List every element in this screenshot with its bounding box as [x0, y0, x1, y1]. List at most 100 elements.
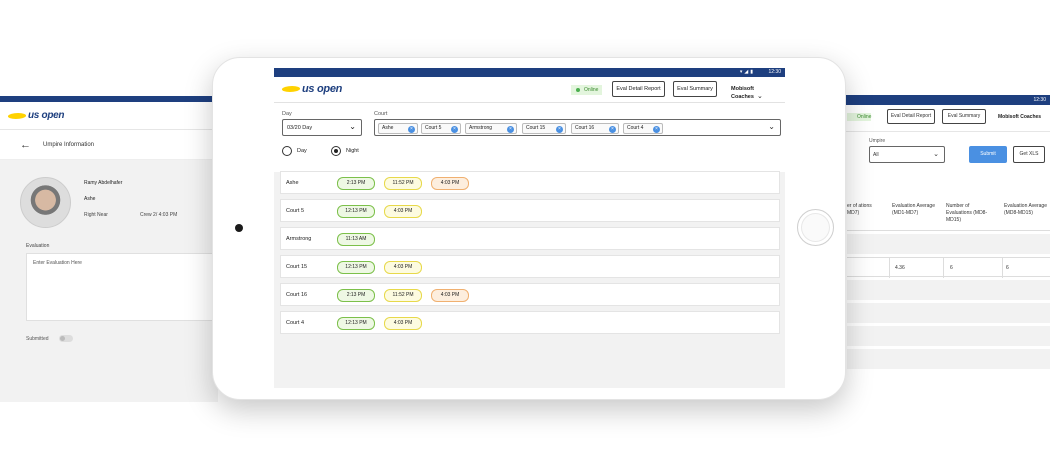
court-chip[interactable]: Court 15 ×	[522, 123, 566, 134]
time-pill[interactable]: 11:52 PM	[384, 177, 422, 190]
coach-menu[interactable]: Mobisoft Coaches ⌄	[731, 86, 785, 100]
schedule-row[interactable]: Armstrong 11:13 AM	[280, 227, 780, 250]
time-pill[interactable]: 12:13 PM	[337, 261, 375, 274]
remove-icon[interactable]: ×	[408, 125, 415, 133]
court-chip-label: Ashe	[382, 125, 394, 131]
us-open-logo: us open	[280, 83, 343, 95]
time-pill[interactable]: 2:13 PM	[337, 177, 375, 190]
get-xls-button[interactable]: Get XLS	[1013, 146, 1045, 163]
time-pill[interactable]: 4:03 PM	[384, 261, 422, 274]
evaluation-table: er of ations MD7) Evaluation Average (MD…	[847, 203, 1050, 369]
status-bar: ▾◢▮ 12:30	[274, 68, 785, 77]
submitted-toggle[interactable]	[59, 335, 73, 342]
schedule-row[interactable]: Court 4 12:13 PM 4:03 PM	[280, 311, 780, 334]
eval-summary-button[interactable]: Eval Summary	[942, 109, 986, 124]
court-chip-label: Court 15	[526, 125, 546, 131]
column-header[interactable]: Evaluation Average (MD8-MD15)	[1004, 203, 1048, 217]
logo-text: us open	[302, 83, 343, 95]
court-name: Ashe	[286, 180, 299, 186]
divider	[835, 131, 1050, 132]
home-button[interactable]	[797, 209, 834, 246]
court-multiselect[interactable]: Ashe × Court 5 × Armstrong × Court 15 × Cour…	[374, 119, 781, 136]
column-divider	[943, 258, 944, 278]
time-pill[interactable]: 11:13 AM	[337, 233, 375, 246]
time-pill[interactable]: 4:03 PM	[384, 317, 422, 330]
online-badge: Online	[847, 113, 871, 121]
schedule-row[interactable]: Court 15 12:13 PM 4:03 PM	[280, 255, 780, 278]
court-chip[interactable]: Ashe ×	[378, 123, 418, 134]
status-time: 12:30	[1033, 97, 1046, 103]
column-header[interactable]: Number of Evaluations (MD8-MD15)	[946, 203, 992, 224]
court-chip-label: Court 5	[425, 125, 442, 131]
time-pill[interactable]: 11:52 PM	[384, 289, 422, 302]
radio-day[interactable]: Day	[282, 146, 307, 156]
time-pill[interactable]: 12:13 PM	[337, 205, 375, 218]
avatar	[20, 177, 71, 228]
court-name: Court 16	[286, 292, 308, 298]
evaluation-label: Evaluation	[26, 243, 50, 249]
remove-icon[interactable]: ×	[609, 125, 616, 133]
logo-text: us open	[28, 110, 65, 121]
eval-summary-screen: 12:30 Online Eval Detail Report Eval Sum…	[835, 95, 1050, 383]
eval-detail-report-button[interactable]: Eval Detail Report	[887, 109, 935, 124]
status-time: 12:30	[768, 69, 781, 75]
eval-summary-button[interactable]: Eval Summary	[673, 81, 717, 97]
radio-night[interactable]: Night	[331, 146, 359, 156]
column-divider	[1002, 258, 1003, 278]
time-pill[interactable]: 2:13 PM	[337, 289, 375, 302]
table-header: er of ations MD7) Evaluation Average (MD…	[847, 203, 1050, 231]
table-row	[847, 326, 1050, 346]
coach-menu-label: Mobisoft Coaches	[731, 86, 754, 100]
app-header: us open	[0, 102, 218, 130]
radio-day-label: Day	[297, 148, 307, 154]
remove-icon[interactable]: ×	[653, 125, 660, 133]
court-chip[interactable]: Armstrong ×	[465, 123, 517, 134]
court-chip-label: Court 4	[627, 125, 644, 131]
table-row[interactable]: 4.36 6 6	[847, 257, 1050, 278]
time-pill[interactable]: 12:13 PM	[337, 317, 375, 330]
time-pill[interactable]: 4:03 PM	[431, 177, 469, 190]
table-row	[847, 234, 1050, 254]
submitted-label: Submitted	[26, 336, 49, 342]
radio-night-label: Night	[346, 148, 359, 154]
court-chip[interactable]: Court 5 ×	[421, 123, 461, 134]
table-row	[847, 280, 1050, 300]
filters-panel: Day 03/20 Day ⌄ Court Ashe × Court 5 × Arm…	[274, 103, 785, 172]
evaluation-textarea[interactable]: Enter Evaluation Here	[26, 253, 218, 321]
chevron-down-icon: ⌄	[933, 151, 939, 158]
us-open-logo: us open	[6, 110, 65, 121]
umpire-select-value: All	[873, 152, 879, 158]
court-chip[interactable]: Court 16 ×	[571, 123, 619, 134]
schedule-row[interactable]: Court 16 2:13 PM 11:52 PM 4:03 PM	[280, 283, 780, 306]
page-header: ← Umpire Information	[0, 130, 218, 160]
time-pill[interactable]: 4:03 PM	[431, 289, 469, 302]
schedule-row[interactable]: Ashe 2:13 PM 11:52 PM 4:03 PM	[280, 171, 780, 194]
umpire-select[interactable]: All ⌄	[869, 146, 945, 163]
page-title: Umpire Information	[43, 141, 95, 148]
umpire-court: Ashe	[84, 196, 96, 202]
table-cell: 4.36	[895, 265, 905, 271]
court-name: Court 15	[286, 264, 308, 270]
court-name: Armstrong	[286, 236, 312, 242]
chevron-down-icon: ⌄	[349, 122, 356, 131]
submit-button[interactable]: Submit	[969, 146, 1007, 163]
app-header: Online Eval Detail Report Eval Summary M…	[835, 109, 1050, 125]
back-arrow-icon[interactable]: ←	[20, 139, 31, 151]
day-select[interactable]: 03/20 Day ⌄	[282, 119, 362, 136]
column-divider	[889, 258, 890, 278]
column-header[interactable]: er of ations MD7)	[847, 203, 881, 217]
court-chip-label: Court 16	[575, 125, 595, 131]
coach-menu[interactable]: Mobisoft Coaches	[998, 114, 1041, 120]
radio-circle-icon	[282, 146, 292, 156]
time-pill[interactable]: 4:03 PM	[384, 205, 422, 218]
column-header[interactable]: Evaluation Average (MD1-MD7)	[892, 203, 937, 217]
remove-icon[interactable]: ×	[507, 125, 514, 133]
remove-icon[interactable]: ×	[556, 125, 563, 133]
court-chip[interactable]: Court 4 ×	[623, 123, 663, 134]
eval-detail-report-button[interactable]: Eval Detail Report	[612, 81, 665, 97]
table-cell: 6	[950, 265, 953, 271]
schedule-row[interactable]: Court 5 12:13 PM 4:03 PM	[280, 199, 780, 222]
app-header: us open Online Eval Detail Report Eval S…	[274, 77, 785, 103]
remove-icon[interactable]: ×	[451, 125, 458, 133]
day-label: Day	[282, 111, 292, 117]
